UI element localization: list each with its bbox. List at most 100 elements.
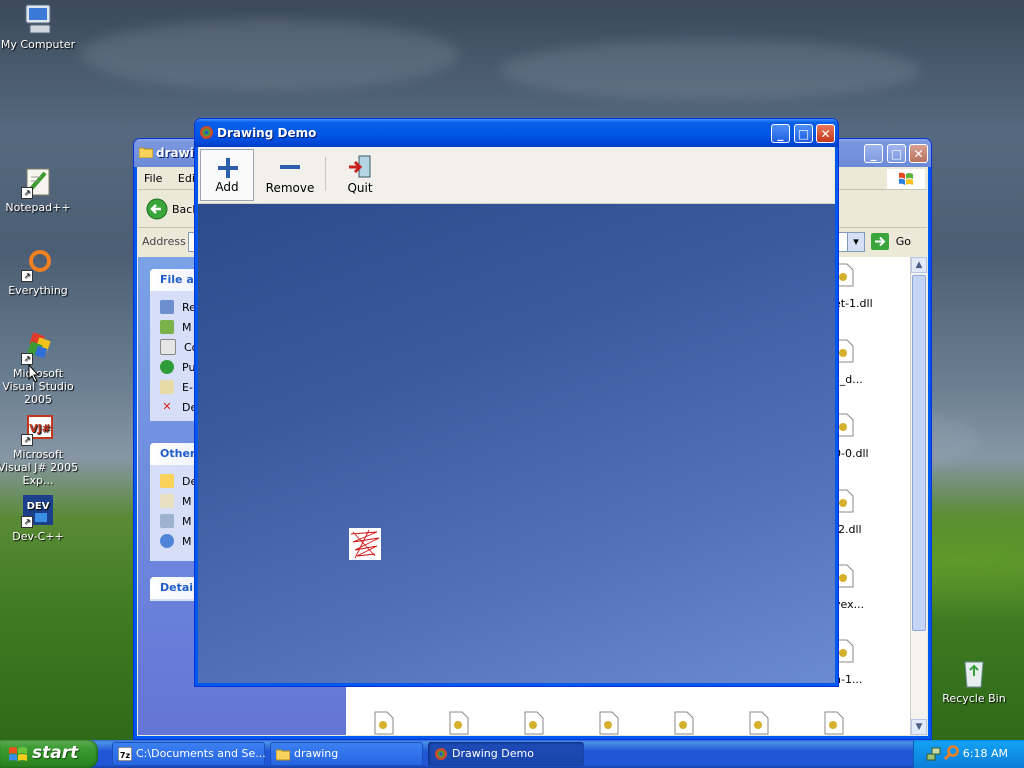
delete-icon: ✕ [162,400,172,413]
shortcut-arrow-icon: ↗ [21,516,33,528]
drawing-demo-minimize-button[interactable]: _ [771,124,790,143]
svg-text:DEV: DEV [27,501,50,512]
svg-text:7z: 7z [120,751,131,760]
drawing-sprite[interactable] [349,528,381,560]
desktop-icon-devcpp[interactable]: DEV ↗ Dev-C++ [0,494,80,543]
windows-flag-icon [9,747,27,761]
desktop-icon-label: Notepad++ [5,201,71,214]
desktop-icon-recycle-bin[interactable]: Recycle Bin [932,656,1016,705]
desktop-icon-notepadpp[interactable]: ↗ Notepad++ [0,165,80,214]
drawing-demo-maximize-button[interactable]: □ [794,124,813,143]
file-item[interactable]: 0-0.dll [834,413,904,463]
shortcut-arrow-icon: ↗ [21,187,33,199]
add-button-label: Add [215,180,239,194]
dll-file-icon[interactable] [824,711,844,735]
file-item[interactable]: s_d... [834,339,904,389]
notepadpp-icon: ↗ [21,165,55,199]
plus-icon [218,158,238,178]
shortcut-arrow-icon: ↗ [21,270,33,282]
rename-icon [160,300,174,314]
drawing-canvas[interactable] [198,204,835,683]
scroll-thumb[interactable] [912,275,926,631]
desktop-icon-label: Recycle Bin [942,692,1006,705]
address-label: Address [142,235,186,248]
my-documents-icon [160,494,174,508]
shortcut-arrow-icon: ↗ [21,434,33,446]
minus-icon [280,165,300,169]
email-icon [160,380,174,394]
my-computer-icon [21,2,55,36]
desktop[interactable]: My Computer ↗ Notepad++ ↗ Everything ↗ M… [0,0,1024,740]
desktop-icon-label: Dev-C++ [12,530,64,543]
taskbar-button-7zip[interactable]: 7z C:\Documents and Se... [112,742,265,766]
folder-icon [276,749,290,761]
explorer-minimize-button[interactable]: _ [864,144,883,163]
remove-button[interactable]: Remove [259,149,321,201]
go-button-label[interactable]: Go [896,235,911,248]
dll-file-icon[interactable] [599,711,619,735]
desktop-icon-label: Microsoft Visual J# 2005 Exp... [0,448,79,487]
taskbar-clock[interactable]: 6:18 AM [963,747,1008,760]
file-item[interactable]: n-1... [834,639,904,689]
recycle-bin-icon [957,656,991,690]
scroll-down-button[interactable]: ▼ [911,719,927,735]
my-computer-icon [160,514,174,528]
file-label: et-1.dll [834,297,873,310]
desktop-icon-everything[interactable]: ↗ Everything [0,248,80,297]
toolbar-separator [325,157,326,191]
desktop-icon-my-computer[interactable]: My Computer [0,2,80,51]
dll-file-icon[interactable] [749,711,769,735]
drawing-demo-window[interactable]: Drawing Demo _ □ ✕ Add Remove Quit [194,118,839,687]
go-arrow-icon[interactable] [871,233,889,250]
drawing-demo-icon [200,126,213,139]
devcpp-icon: DEV ↗ [21,494,55,528]
network-tray-icon[interactable] [926,746,942,762]
dll-file-icon[interactable] [674,711,694,735]
dll-file-icon[interactable] [449,711,469,735]
explorer-close-button[interactable]: ✕ [909,144,928,163]
folder-icon [139,147,153,158]
quit-button[interactable]: Quit [335,149,385,201]
drawing-demo-close-button[interactable]: ✕ [816,124,835,143]
add-button[interactable]: Add [200,149,254,201]
taskbar-button-label: Drawing Demo [452,747,534,760]
back-arrow-icon[interactable] [146,198,168,220]
exit-door-icon [349,155,371,178]
start-button[interactable]: start [0,740,98,768]
network-places-icon [160,534,174,548]
move-icon [160,320,174,334]
dll-file-icon[interactable] [524,711,544,735]
drawing-demo-title: Drawing Demo [217,126,317,140]
menu-file[interactable]: File [138,169,168,188]
file-item[interactable]: vex... [834,564,904,614]
desktop-icon-visual-jsharp[interactable]: VJ# ↗ Microsoft Visual J# 2005 Exp... [0,412,80,487]
scroll-up-button[interactable]: ▲ [911,257,927,273]
file-item[interactable]: et-1.dll [834,263,904,313]
search-tray-icon[interactable] [944,745,960,761]
remove-button-label: Remove [265,181,315,195]
taskbar: start 7z C:\Documents and Se... drawing … [0,740,1024,768]
desktop-icon-label: Everything [8,284,68,297]
publish-icon [160,360,174,374]
drawing-demo-toolbar: Add Remove Quit [199,147,834,204]
folder-icon [160,474,174,488]
taskbar-button-drawing-demo[interactable]: Drawing Demo [428,742,584,766]
dll-file-icon[interactable] [374,711,394,735]
explorer-title: drawi [156,146,194,160]
start-label: start [32,743,79,763]
system-tray: 6:18 AM [913,740,1024,768]
desktop-icon-visual-studio[interactable]: ↗ Microsoft Visual Studio 2005 [0,331,80,406]
drawing-demo-titlebar[interactable]: Drawing Demo _ □ ✕ [195,119,838,147]
copy-icon [160,339,176,355]
explorer-vertical-scrollbar[interactable]: ▲ ▼ [910,257,927,735]
7zip-icon: 7z [118,747,132,761]
address-dropdown-button[interactable]: ▾ [847,232,865,252]
scribble-icon [350,529,380,559]
mouse-cursor-icon [28,364,40,383]
drawing-demo-icon [435,748,447,760]
taskbar-button-drawing-folder[interactable]: drawing [270,742,423,766]
file-label: 0-0.dll [834,447,869,460]
taskbar-button-label: drawing [294,747,339,760]
explorer-maximize-button[interactable]: □ [887,144,906,163]
file-item[interactable]: -2.dll [834,489,904,539]
